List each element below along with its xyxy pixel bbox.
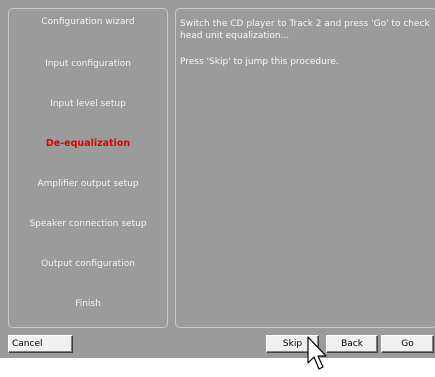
back-button[interactable]: Back	[326, 335, 378, 353]
instruction-text: Switch the CD player to Track 2 and pres…	[180, 19, 430, 41]
step-de-equalization-active: De-equalization	[45, 138, 131, 149]
wizard-steps-sidebar: Configuration wizard Input configuration…	[8, 8, 168, 328]
mouse-pointer-arrow-icon	[307, 336, 327, 370]
wizard-window: Configuration wizard Input configuration…	[0, 0, 435, 358]
instructions-panel: Switch the CD player to Track 2 and pres…	[175, 8, 435, 328]
step-output-configuration: Output configuration	[41, 259, 135, 269]
go-button[interactable]: Go	[381, 335, 434, 353]
step-input-level-setup: Input level setup	[50, 99, 126, 109]
step-amplifier-output-setup: Amplifier output setup	[37, 179, 139, 189]
step-configuration-wizard: Configuration wizard	[41, 17, 135, 27]
step-input-configuration: Input configuration	[45, 59, 131, 69]
step-finish: Finish	[75, 299, 101, 309]
step-speaker-connection-setup: Speaker connection setup	[29, 219, 147, 229]
skip-hint-text: Press 'Skip' to jump this procedure.	[180, 57, 339, 67]
cancel-button[interactable]: Cancel	[8, 335, 73, 353]
